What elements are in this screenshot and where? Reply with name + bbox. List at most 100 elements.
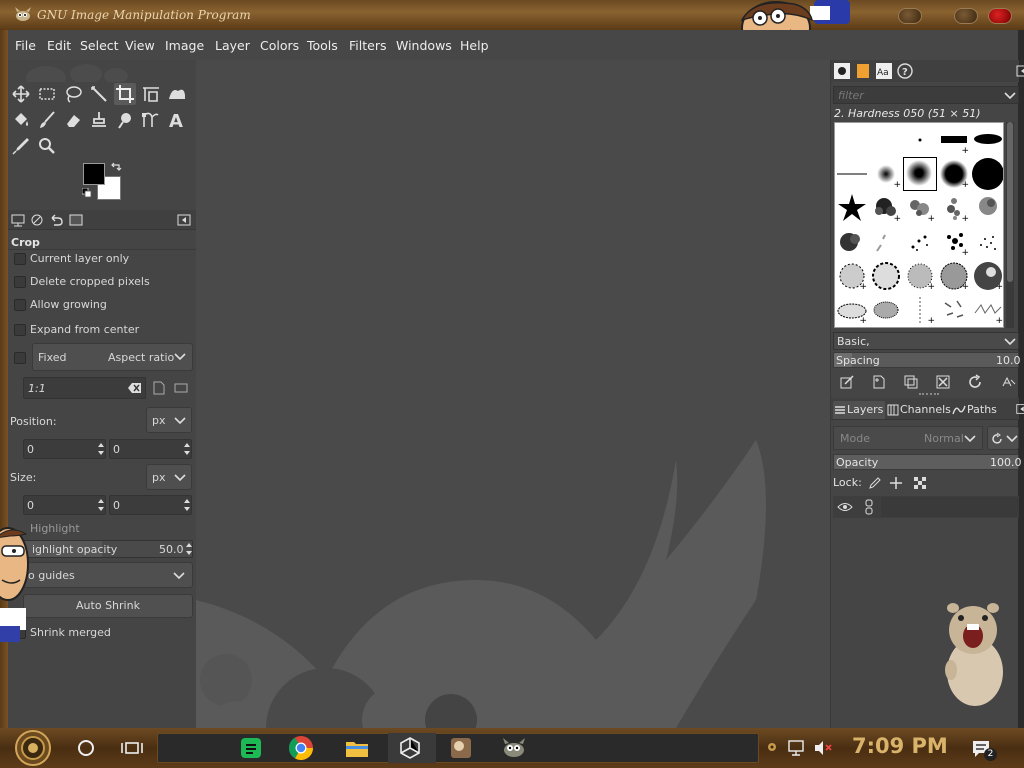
lock-pixels-icon[interactable] [867, 476, 881, 490]
task-view-icon[interactable] [118, 734, 146, 762]
brush-item[interactable]: + [903, 293, 937, 327]
brush-item[interactable]: + [971, 293, 1003, 327]
brush-item[interactable] [835, 225, 869, 259]
size-width-field[interactable]: 0 [23, 495, 106, 515]
brush-filter-input[interactable]: filter [833, 86, 1019, 104]
duplicate-brush-icon[interactable] [903, 374, 919, 390]
patterns-tab-icon[interactable] [855, 63, 871, 79]
allow-growing-checkbox[interactable] [14, 299, 26, 311]
position-x-field[interactable]: 0 [23, 439, 106, 459]
visibility-eye-icon[interactable] [837, 500, 853, 514]
color-picker-tool-icon[interactable] [10, 135, 32, 157]
unified-transform-tool-icon[interactable] [140, 83, 162, 105]
chain-link-icon[interactable] [863, 499, 875, 515]
menu-tools[interactable]: Tools [307, 38, 338, 53]
minimize-button[interactable] [898, 8, 922, 24]
undo-history-tab-icon[interactable] [48, 212, 64, 228]
menu-edit[interactable]: Edit [47, 38, 71, 53]
tab-layers[interactable]: Layers [833, 401, 885, 419]
images-tab-icon[interactable] [68, 212, 84, 228]
unity-icon[interactable] [396, 734, 424, 762]
paintbrush-tool-icon[interactable] [36, 109, 58, 131]
new-brush-icon[interactable] [871, 374, 887, 390]
default-colors-icon[interactable] [82, 188, 92, 198]
spin-buttons-icon[interactable] [182, 496, 192, 514]
maximize-button[interactable] [954, 8, 978, 24]
paths-tool-icon[interactable] [140, 109, 162, 131]
brush-item[interactable]: + [937, 191, 971, 225]
clone-tool-icon[interactable] [88, 109, 110, 131]
close-button[interactable] [988, 8, 1012, 24]
brush-item[interactable] [971, 123, 1003, 157]
warp-transform-tool-icon[interactable] [166, 83, 188, 105]
clear-field-icon[interactable] [128, 382, 142, 394]
layer-opacity-slider[interactable]: Opacity 100.0 [833, 454, 1022, 470]
spreadsheet-app-icon[interactable] [237, 734, 265, 762]
volume-muted-icon[interactable] [812, 738, 834, 758]
brush-item[interactable] [903, 123, 937, 157]
brush-item[interactable]: + [937, 225, 971, 259]
fonts-tab-icon[interactable]: Aa [876, 63, 892, 79]
brush-item[interactable]: + [937, 157, 971, 191]
brush-item[interactable]: + [903, 259, 937, 293]
swap-colors-icon[interactable] [110, 161, 122, 173]
menu-colors[interactable]: Colors [260, 38, 299, 53]
device-status-tab-icon[interactable] [29, 212, 45, 228]
position-unit-combo[interactable]: px [146, 407, 192, 433]
brush-grid[interactable]: + + + + + + + + + + + + + + [834, 122, 1004, 328]
brushes-tab-icon[interactable] [834, 63, 850, 79]
brush-item[interactable] [869, 259, 903, 293]
spin-buttons-icon[interactable] [96, 496, 106, 514]
brush-item[interactable] [835, 191, 869, 225]
brush-item[interactable]: + [869, 191, 903, 225]
menu-help[interactable]: Help [460, 38, 489, 53]
configure-tab-icon[interactable] [1015, 402, 1024, 416]
lock-position-icon[interactable] [889, 476, 903, 490]
brush-item[interactable] [971, 225, 1003, 259]
app-icon[interactable] [447, 734, 475, 762]
brush-item[interactable]: + [971, 259, 1003, 293]
brush-item-selected[interactable] [903, 157, 937, 191]
delete-brush-icon[interactable] [935, 374, 951, 390]
rect-select-tool-icon[interactable] [36, 83, 58, 105]
brush-item[interactable]: + [903, 191, 937, 225]
spacing-slider[interactable]: Spacing 10.0 [833, 352, 1021, 368]
start-button-icon[interactable] [12, 729, 54, 767]
layer-list[interactable] [833, 496, 1019, 518]
brush-item[interactable] [971, 157, 1003, 191]
open-as-image-icon[interactable] [1001, 374, 1017, 390]
size-unit-combo[interactable]: px [146, 464, 192, 490]
tab-channels[interactable]: Channels [886, 401, 951, 419]
current-layer-only-checkbox[interactable] [14, 253, 26, 265]
refresh-brushes-icon[interactable] [967, 374, 983, 390]
eraser-tool-icon[interactable] [62, 109, 84, 131]
file-explorer-icon[interactable] [343, 734, 371, 762]
help-tab-icon[interactable]: ? [897, 63, 913, 79]
brush-tag-combo[interactable]: Basic, [833, 332, 1019, 350]
title-bar[interactable]: GNU Image Manipulation Program [0, 0, 1024, 55]
brush-item[interactable] [971, 191, 1003, 225]
scrollbar-thumb[interactable] [1007, 122, 1013, 282]
menu-image[interactable]: Image [165, 38, 204, 53]
tray-gear-icon[interactable] [765, 740, 779, 754]
auto-shrink-button[interactable]: Auto Shrink [23, 594, 193, 618]
spin-buttons-icon[interactable] [182, 440, 192, 458]
menu-layer[interactable]: Layer [215, 38, 250, 53]
brush-item[interactable]: + [937, 259, 971, 293]
landscape-icon[interactable] [174, 383, 188, 393]
brush-item[interactable] [869, 225, 903, 259]
chrome-icon[interactable] [287, 734, 315, 762]
spin-buttons-icon[interactable] [96, 440, 106, 458]
highlight-opacity-slider[interactable]: ighlight opacity 50.0 [23, 540, 193, 558]
configure-tab-icon[interactable] [1015, 63, 1024, 79]
text-tool-icon[interactable]: A [166, 109, 188, 132]
size-height-field[interactable]: 0 [109, 495, 192, 515]
layer-row[interactable] [881, 497, 1019, 517]
edit-brush-icon[interactable] [839, 374, 855, 390]
menu-filters[interactable]: Filters [349, 38, 386, 53]
spin-buttons-icon[interactable] [184, 541, 194, 557]
foreground-color-swatch[interactable] [83, 163, 105, 185]
lasso-tool-icon[interactable] [62, 83, 84, 105]
tab-paths[interactable]: Paths [951, 401, 1001, 419]
bucket-fill-tool-icon[interactable] [10, 109, 32, 131]
